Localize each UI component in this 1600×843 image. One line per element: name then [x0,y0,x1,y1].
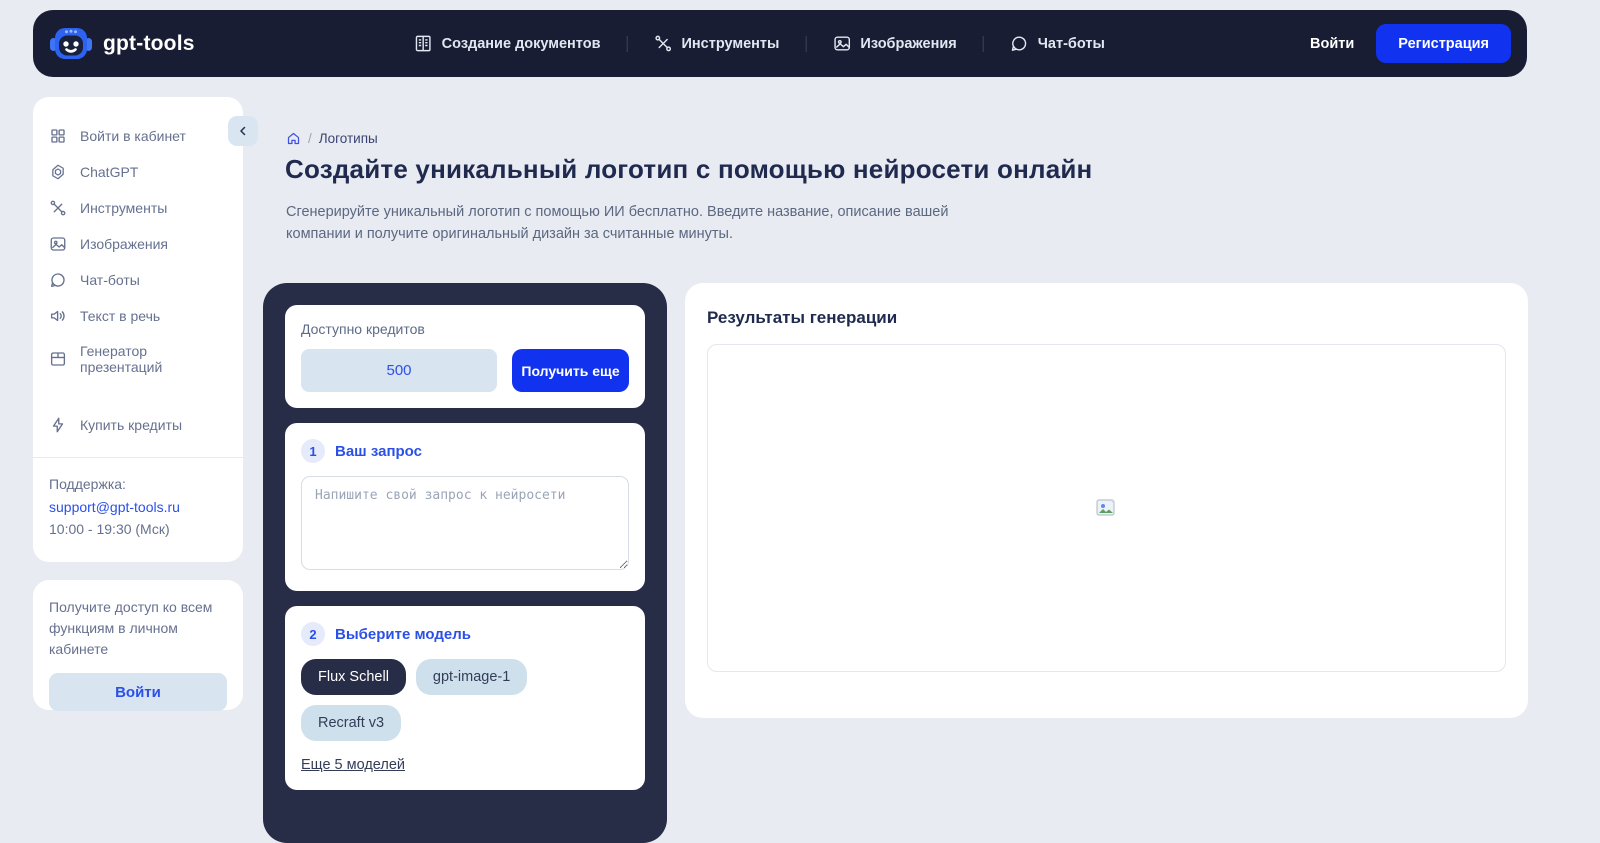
prompt-textarea[interactable] [301,476,629,570]
support-email-link[interactable]: support@gpt-tools.ru [49,496,227,519]
dashboard-grid-icon [49,127,67,145]
brand-name: gpt-tools [103,31,195,55]
image-icon [49,235,67,253]
lightning-icon [49,416,67,434]
register-button[interactable]: Регистрация [1376,24,1511,63]
top-navbar: gpt-tools Создание документов Инструмент… [33,10,1527,77]
model-card: 2 Выберите модель Flux Schell gpt-image-… [285,606,645,790]
nav-item-images[interactable]: Изображения [832,34,957,53]
sidebar-collapse-button[interactable] [228,116,258,146]
results-title: Результаты генерации [707,308,898,327]
image-icon [832,34,851,53]
sidebar-item-tools[interactable]: Инструменты [49,190,227,226]
nav-separator [626,35,628,52]
sidebar-item-images[interactable]: Изображения [49,226,227,262]
model-pill-recraft-v3[interactable]: Recraft v3 [301,705,402,741]
model-pill-gpt-image-1[interactable]: gpt-image-1 [415,659,528,695]
sidebar-item-chatbots[interactable]: Чат-боты [49,262,227,298]
sidebar-item-cabinet[interactable]: Войти в кабинет [49,118,227,154]
auth-controls: Войти Регистрация [1310,24,1511,63]
tools-icon [49,199,67,217]
support-block: Поддержка: support@gpt-tools.ru 10:00 - … [49,458,227,541]
generator-panel: Доступно кредитов 500 Получить еще 1 Ваш… [263,283,667,843]
promo-login-button[interactable]: Войти [49,673,227,711]
prompt-card: 1 Ваш запрос [285,423,645,591]
chat-icon [49,271,67,289]
results-panel: Результаты генерации [685,283,1528,718]
chevron-left-icon [237,125,249,137]
nav-separator [805,35,807,52]
prompt-step-label: Ваш запрос [335,442,422,460]
brand[interactable]: gpt-tools [49,25,195,63]
broken-image-placeholder-icon [1095,499,1118,517]
credits-label: Доступно кредитов [301,321,425,337]
sidebar-item-tts[interactable]: Текст в речь [49,298,227,334]
model-step-label: Выберите модель [335,625,471,643]
document-icon [414,34,433,53]
page-subtitle: Сгенерируйте уникальный логотип с помощь… [286,204,949,242]
support-hours: 10:00 - 19:30 (Мск) [49,521,170,537]
credits-card: Доступно кредитов 500 Получить еще [285,305,645,408]
results-empty-area [707,344,1506,672]
sidebar-item-buy-credits[interactable]: Купить кредиты [49,407,227,443]
tools-icon [653,34,672,53]
nav-item-tools[interactable]: Инструменты [653,34,779,53]
model-pill-flux-schell[interactable]: Flux Schell [301,659,406,695]
chatgpt-icon [49,163,67,181]
nav-item-chatbots[interactable]: Чат-боты [1010,34,1105,53]
model-list: Flux Schell gpt-image-1 Recraft v3 [301,659,629,741]
main-nav: Создание документов Инструменты Изображе… [414,10,1105,77]
sidebar-promo-card: Получите доступ ко всем функциям в лично… [33,580,243,711]
breadcrumb-separator: / [308,131,312,146]
breadcrumb: / Логотипы [286,131,378,146]
sidebar-item-chatgpt[interactable]: ChatGPT [49,154,227,190]
more-models-link[interactable]: Еще 5 моделей [301,757,405,773]
breadcrumb-page: Логотипы [318,131,378,146]
sidebar-item-presentations[interactable]: Генератор презентаций [49,334,227,384]
step-number-badge: 2 [301,622,325,646]
speaker-icon [49,307,67,325]
credits-value: 500 [301,349,497,392]
nav-separator [982,35,984,52]
step-number-badge: 1 [301,439,325,463]
gpt-tools-logo-icon [49,25,93,63]
nav-item-documents[interactable]: Создание документов [414,34,600,53]
sidebar: Войти в кабинет ChatGPT Инструменты Изоб… [33,97,243,562]
get-more-credits-button[interactable]: Получить еще [512,349,629,392]
login-link[interactable]: Войти [1310,36,1354,52]
promo-text: Получите доступ ко всем функциям в лично… [49,599,213,657]
chat-icon [1010,34,1029,53]
home-icon[interactable] [286,131,301,146]
page-title: Создайте уникальный логотип с помощью не… [285,154,1093,184]
support-label: Поддержка: [49,476,126,492]
presentation-icon [49,350,67,368]
